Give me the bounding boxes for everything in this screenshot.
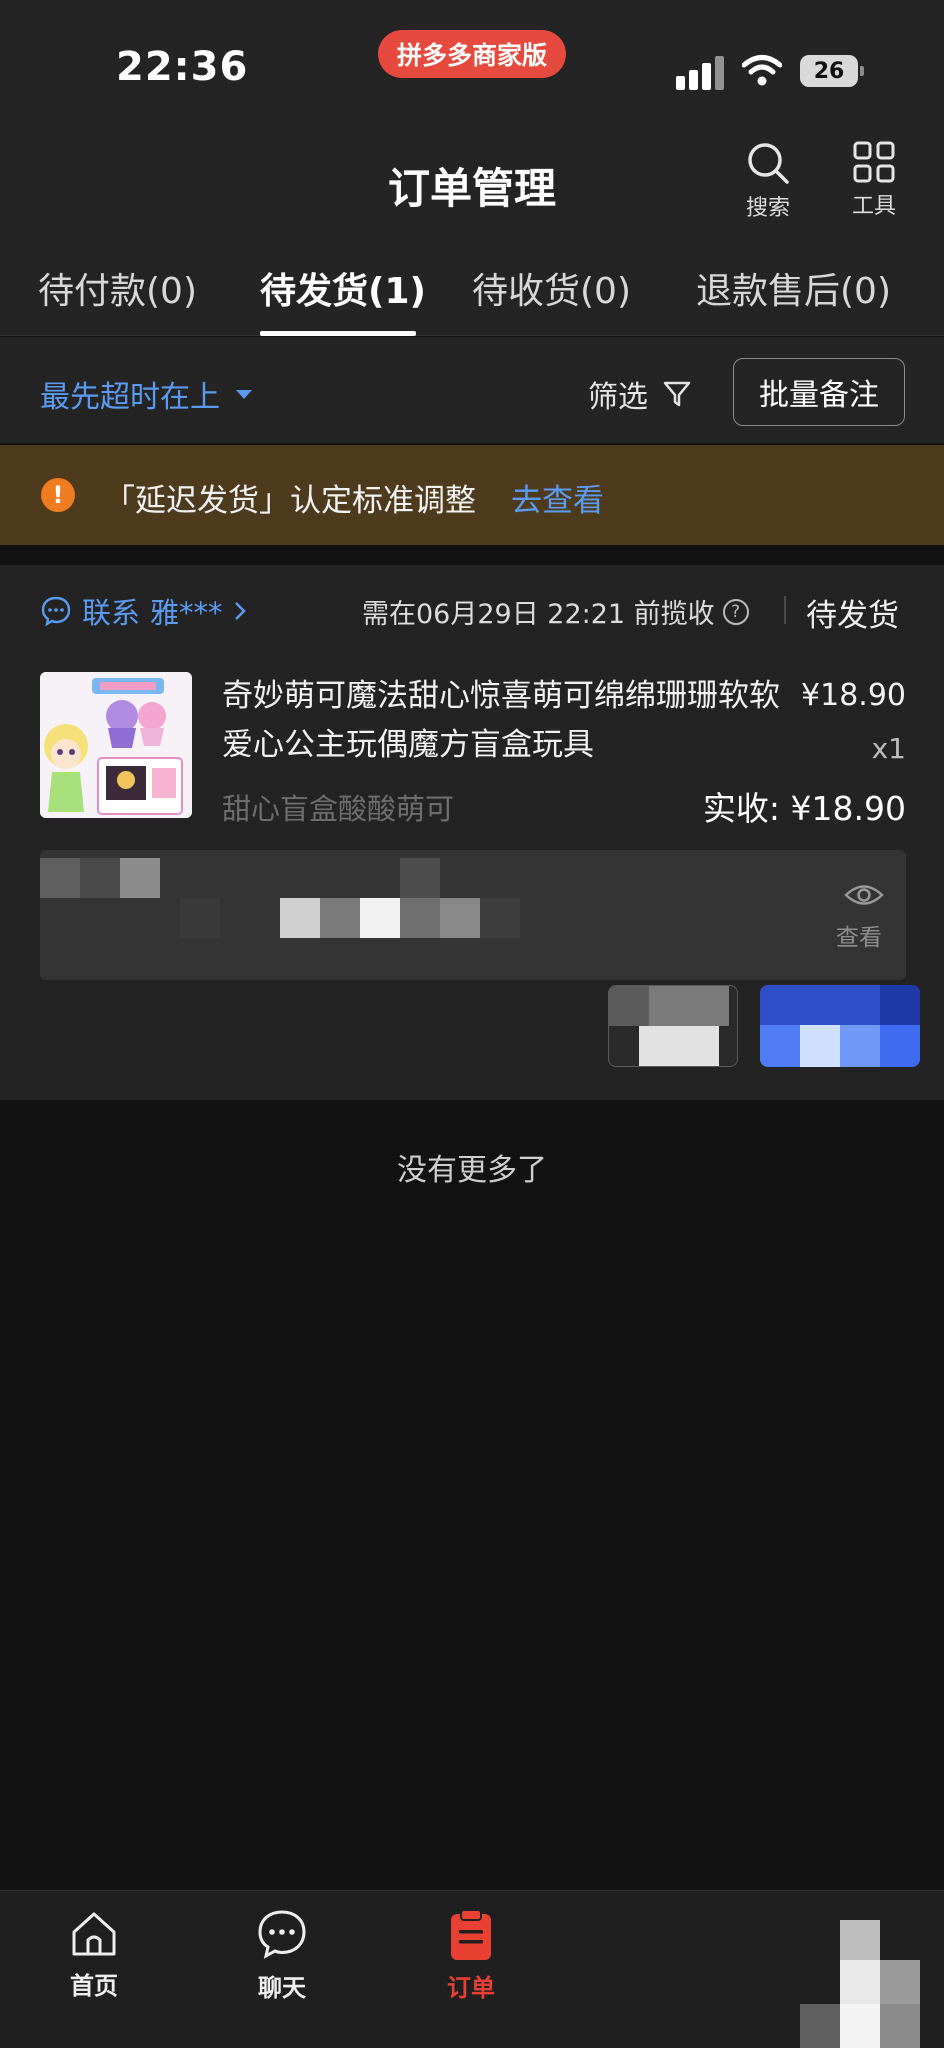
product-thumbnail[interactable] [40,672,192,818]
actual-amount: ¥18.90 [790,789,906,828]
chat-icon [258,1910,306,1959]
search-label: 搜索 [745,196,790,221]
nav-chat[interactable]: 聊天 [227,1908,337,2003]
caret-down-icon [236,389,252,399]
tab-pending-shipment[interactable]: 待发货(1) [260,262,426,314]
signal-icon [676,56,726,90]
filter-button[interactable]: 筛选 [588,372,692,416]
tools-button[interactable]: 工具 [834,140,914,240]
shipping-address-redacted [40,850,906,980]
app-badge: 拼多多商家版 [378,30,566,78]
batch-note-button[interactable]: 批量备注 [733,358,905,426]
ship-order-button[interactable] [760,985,920,1067]
view-address-label[interactable]: 查看 [836,918,882,952]
active-tab-indicator [260,331,416,336]
nav-home[interactable]: 首页 [39,1908,149,2001]
nav-orders-label: 订单 [447,1974,495,2002]
unit-price: ¥18.90 [801,678,906,713]
secondary-action-button[interactable] [608,985,738,1067]
funnel-icon [663,381,691,407]
sort-dropdown[interactable]: 最先超时在上 [40,372,252,416]
search-icon [748,143,789,184]
nav-orders[interactable]: 订单 [416,1908,526,2003]
home-icon [72,1912,116,1956]
buyer-name: 雅*** [150,596,223,630]
list-end-text: 没有更多了 [397,1153,547,1188]
help-icon[interactable]: ? [722,598,749,625]
nav-home-label: 首页 [70,1972,118,2000]
tab-pending-payment[interactable]: 待付款(0) [38,262,197,314]
battery-icon: 26 [800,55,864,87]
sort-label: 最先超时在上 [40,380,220,415]
order-icon [451,1909,491,1960]
actual-received: 实收: ¥18.90 [700,782,906,830]
tab-refund-aftersale[interactable]: 退款售后(0) [696,262,891,314]
wifi-icon [742,55,782,86]
contact-label: 联系 [82,596,141,630]
filter-label: 筛选 [588,380,648,415]
eye-icon[interactable] [844,880,884,910]
product-title[interactable]: 奇妙萌可魔法甜心惊喜萌可绵绵珊珊软软爱心公主玩偶魔方盲盒玩具 [222,672,782,770]
actual-label: 实收: [702,789,781,828]
grid-icon [853,141,895,183]
notice-view-link[interactable]: 去查看 [511,475,604,520]
contact-buyer-link[interactable]: 联系 雅*** [40,590,247,632]
notice-text: 「延迟发货」认定标准调整 [104,483,476,519]
order-status: 待发货 [806,598,899,634]
chevron-right-icon [234,602,246,620]
status-time: 22:36 [116,44,249,90]
warning-icon: ! [41,478,75,512]
redacted-corner [800,1920,920,2048]
deadline-text: 需在06月29日 22:21 前揽收 [362,599,715,630]
product-spec: 甜心盲盒酸酸萌可 [222,792,455,826]
tools-label: 工具 [851,194,896,219]
quantity: x1 [871,732,906,765]
chat-bubble-icon [41,596,71,627]
search-button[interactable]: 搜索 [728,140,808,240]
product-image [40,672,192,818]
battery-level: 26 [800,55,858,87]
divider [784,596,786,624]
tab-pending-receipt[interactable]: 待收货(0) [472,262,631,314]
pickup-deadline: 需在06月29日 22:21 前揽收 ? [362,592,749,631]
nav-chat-label: 聊天 [258,1974,306,2002]
